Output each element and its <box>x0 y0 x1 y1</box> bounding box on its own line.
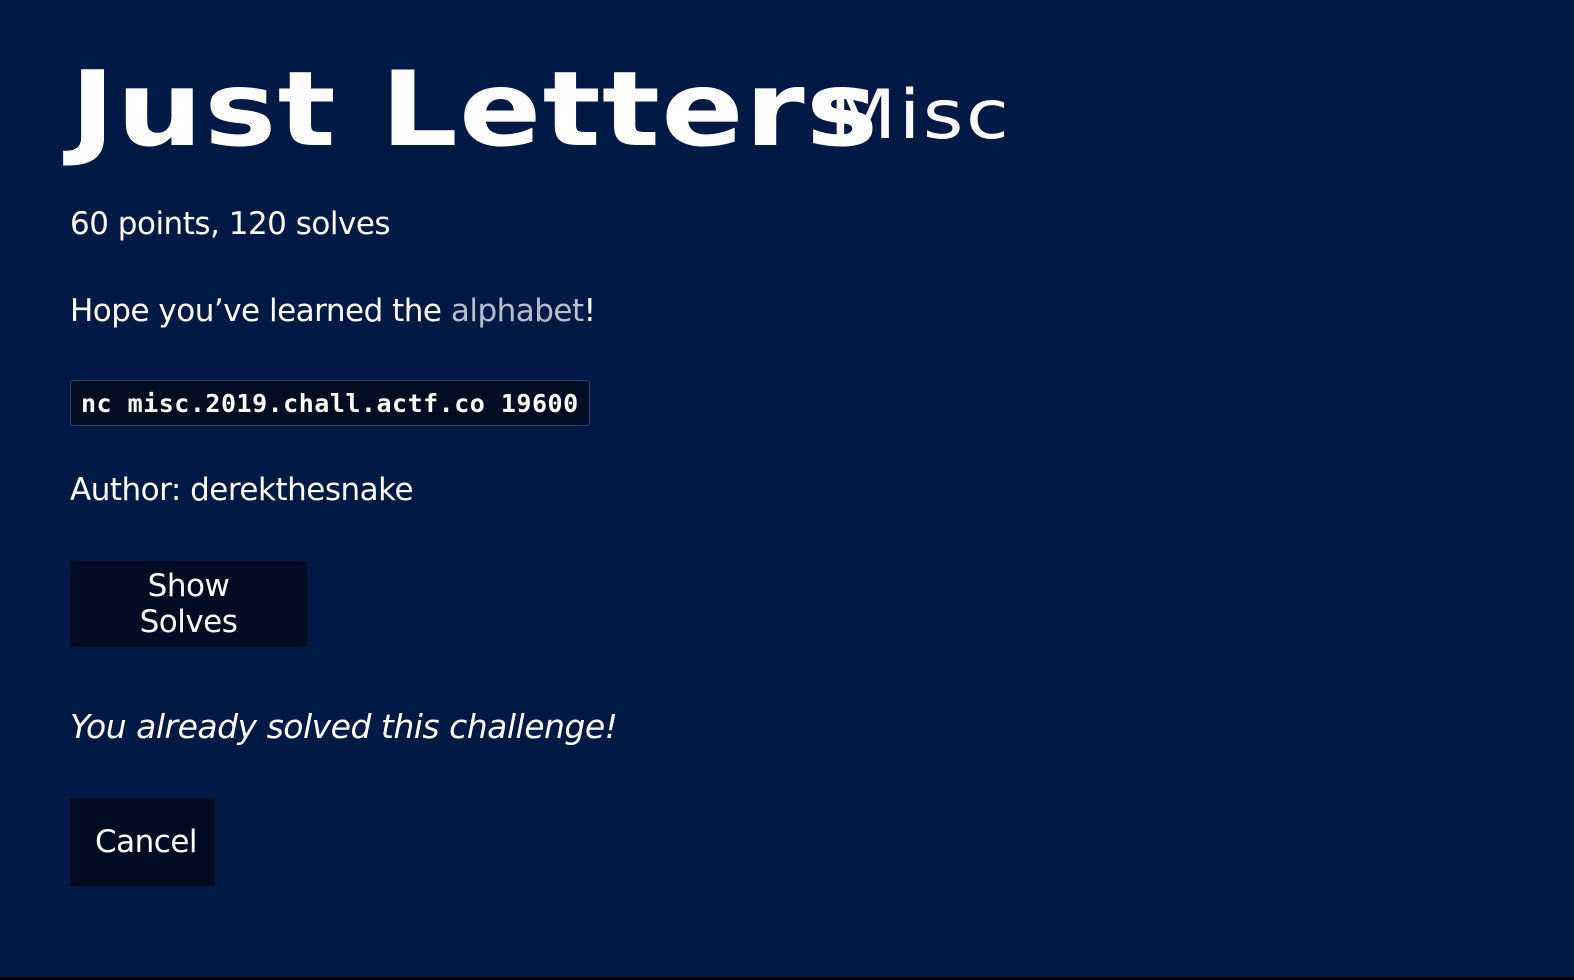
challenge-category: Misc <box>829 76 1012 155</box>
show-solves-button[interactable]: Show Solves <box>70 561 307 647</box>
challenge-modal: Just Letters Misc 60 points, 120 solves … <box>0 0 1574 980</box>
challenge-description: Hope you’ve learned the alphabet! <box>70 291 596 331</box>
description-end: ! <box>583 293 596 329</box>
points-solves: 60 points, 120 solves <box>70 206 391 242</box>
cancel-button[interactable]: Cancel <box>70 798 215 886</box>
alphabet-link[interactable]: alphabet <box>451 293 584 329</box>
description-text: Hope you’ve learned the <box>70 293 451 329</box>
solved-message: You already solved this challenge! <box>70 707 618 746</box>
connection-command: nc misc.2019.chall.actf.co 19600 <box>70 380 590 426</box>
title-row: Just Letters Misc <box>70 50 1009 170</box>
command-text: nc misc.2019.chall.actf.co 19600 <box>81 388 579 418</box>
challenge-title: Just Letters <box>70 50 880 170</box>
challenge-author: Author: derekthesnake <box>70 472 414 508</box>
